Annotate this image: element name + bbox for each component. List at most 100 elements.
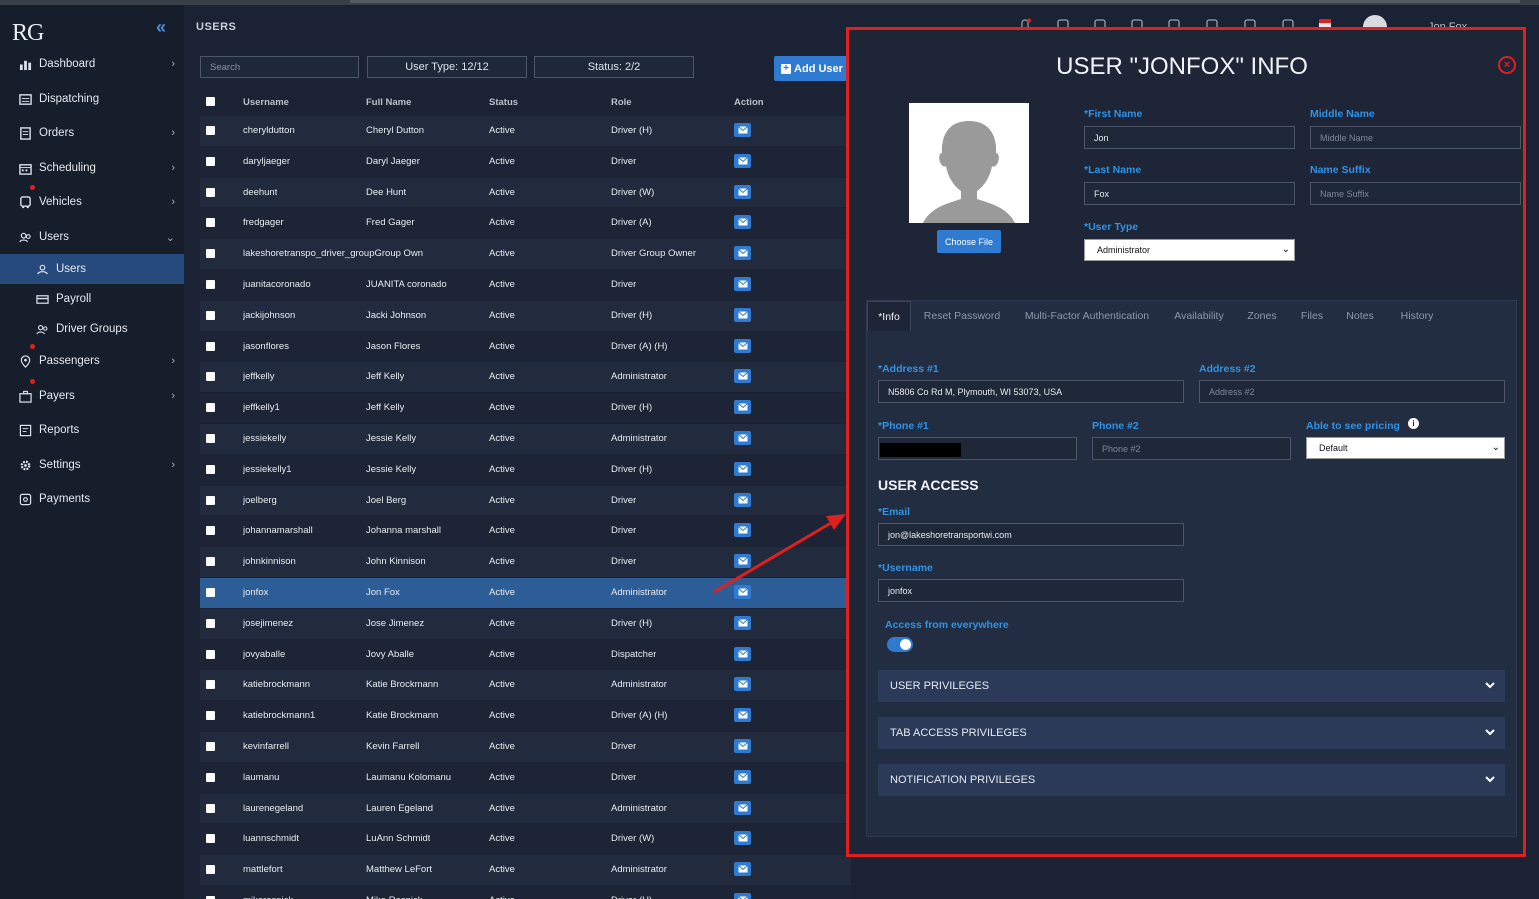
email-icon[interactable] — [734, 862, 751, 877]
table-row[interactable]: jeffkelly1 Jeff Kelly Active Driver (H) — [200, 393, 851, 424]
add-user-button[interactable]: + Add User — [774, 56, 850, 81]
sidebar-item-vehicles[interactable]: Vehicles › — [0, 187, 184, 217]
email-icon[interactable] — [734, 646, 751, 661]
table-row[interactable]: jeffkelly Jeff Kelly Active Administrator — [200, 362, 851, 394]
row-checkbox[interactable] — [206, 495, 215, 505]
email-icon[interactable] — [734, 492, 751, 507]
email-icon[interactable] — [734, 307, 751, 322]
table-row[interactable]: deehunt Dee Hunt Active Driver (W) — [200, 177, 851, 209]
email-icon[interactable] — [734, 769, 751, 784]
column-role[interactable]: Role — [611, 97, 632, 108]
collapse-sidebar-icon[interactable]: « — [156, 17, 166, 38]
email-icon[interactable] — [734, 523, 751, 538]
table-row[interactable]: mikerosnick Mike Rosnick Active Driver (H) — [200, 886, 851, 899]
table-row[interactable]: laurenegeland Lauren Egeland Active Adminis… — [200, 793, 851, 825]
sidebar-item-users[interactable]: Users ⌄ — [0, 222, 184, 252]
sidebar-item-payroll[interactable]: Payroll — [0, 284, 184, 314]
sidebar-item-payments[interactable]: Payments — [0, 484, 184, 514]
row-checkbox[interactable] — [206, 834, 215, 844]
sidebar-item-users-sub[interactable]: Users — [0, 254, 184, 284]
table-row[interactable]: laumanu Laumanu Kolomanu Active Driver — [200, 762, 851, 794]
table-row[interactable]: jovyaballe Jovy Aballe Active Dispatcher — [200, 639, 851, 671]
email-icon[interactable] — [734, 277, 751, 291]
email-icon[interactable] — [734, 123, 751, 137]
column-full-name[interactable]: Full Name — [366, 97, 411, 108]
table-row[interactable]: jasonflores Jason Flores Active Driver (A) … — [200, 331, 851, 363]
sidebar-item-dispatching[interactable]: Dispatching — [0, 84, 184, 114]
select-all-checkbox[interactable] — [206, 97, 215, 106]
email-icon[interactable] — [734, 800, 751, 815]
table-row[interactable]: johannamarshall Johanna marshall Active Dri… — [200, 516, 851, 548]
row-checkbox[interactable] — [206, 803, 215, 813]
email-icon[interactable] — [734, 615, 751, 630]
table-row[interactable]: cheryldutton Cheryl Dutton Active Driver (H… — [200, 116, 851, 147]
table-row[interactable]: kevinfarrell Kevin Farrell Active Driver — [200, 732, 851, 763]
table-row[interactable]: jackijohnson Jacki Johnson Active Driver (H… — [200, 300, 851, 332]
table-row[interactable]: joelberg Joel Berg Active Driver — [200, 485, 851, 517]
row-checkbox[interactable] — [206, 434, 215, 443]
table-row[interactable]: johnkinnison John Kinnison Active Driver — [200, 547, 851, 578]
table-row[interactable]: jonfox Jon Fox Active Administrator — [200, 578, 851, 609]
email-icon[interactable] — [734, 831, 751, 846]
email-icon[interactable] — [734, 369, 751, 384]
row-checkbox[interactable] — [206, 526, 215, 536]
email-icon[interactable] — [734, 215, 751, 230]
column-username[interactable]: Username — [243, 97, 289, 108]
email-icon[interactable] — [734, 461, 751, 476]
row-checkbox[interactable] — [206, 464, 215, 474]
email-icon[interactable] — [734, 739, 751, 753]
row-checkbox[interactable] — [206, 126, 215, 135]
table-row[interactable]: lakeshoretranspo_driver_groupGroup Owner… — [200, 239, 851, 270]
email-icon[interactable] — [734, 554, 751, 569]
email-icon[interactable] — [734, 431, 751, 445]
row-checkbox[interactable] — [206, 680, 215, 690]
sidebar-item-scheduling[interactable]: Scheduling › — [0, 153, 184, 183]
row-checkbox[interactable] — [206, 341, 215, 351]
sidebar-item-passengers[interactable]: Passengers › — [0, 346, 184, 376]
row-checkbox[interactable] — [206, 618, 215, 628]
row-checkbox[interactable] — [206, 156, 215, 166]
search-input[interactable]: Search — [200, 56, 359, 78]
row-checkbox[interactable] — [206, 249, 215, 259]
email-icon[interactable] — [734, 400, 751, 415]
row-checkbox[interactable] — [206, 218, 215, 228]
sidebar-item-settings[interactable]: Settings › — [0, 450, 184, 480]
row-checkbox[interactable] — [206, 865, 215, 875]
row-checkbox[interactable] — [206, 280, 215, 289]
column-status[interactable]: Status — [489, 97, 518, 108]
table-row[interactable]: jessiekelly1 Jessie Kelly Active Driver (H) — [200, 454, 851, 486]
table-row[interactable]: juanitacoronado JUANITA coronado Active Dri… — [200, 270, 851, 301]
email-icon[interactable] — [734, 153, 751, 168]
email-icon[interactable] — [734, 246, 751, 261]
table-row[interactable]: jessiekelly Jessie Kelly Active Administrat… — [200, 424, 851, 455]
row-checkbox[interactable] — [206, 557, 215, 567]
email-icon[interactable] — [734, 184, 751, 199]
email-icon[interactable] — [734, 708, 751, 723]
sidebar-item-dashboard[interactable]: Dashboard › — [0, 49, 184, 79]
table-row[interactable]: luannschmidt LuAnn Schmidt Active Driver (W… — [200, 824, 851, 856]
table-row[interactable]: katiebrockmann1 Katie Brockmann Active Driv… — [200, 701, 851, 732]
row-checkbox[interactable] — [206, 588, 215, 597]
row-checkbox[interactable] — [206, 742, 215, 751]
table-row[interactable]: josejimenez Jose Jimenez Active Driver (H) — [200, 608, 851, 640]
email-icon[interactable] — [734, 893, 751, 899]
row-checkbox[interactable] — [206, 403, 215, 413]
status-filter[interactable]: Status: 2/2 — [534, 56, 694, 78]
row-checkbox[interactable] — [206, 187, 215, 197]
table-row[interactable]: fredgager Fred Gager Active Driver (A) — [200, 208, 851, 240]
sidebar-item-reports[interactable]: Reports — [0, 415, 184, 445]
sidebar-item-payers[interactable]: Payers › — [0, 381, 184, 411]
row-checkbox[interactable] — [206, 372, 215, 382]
email-icon[interactable] — [734, 677, 751, 692]
email-icon[interactable] — [734, 338, 751, 353]
row-checkbox[interactable] — [206, 711, 215, 721]
sidebar-item-driver-groups[interactable]: Driver Groups — [0, 314, 184, 344]
row-checkbox[interactable] — [206, 772, 215, 782]
row-checkbox[interactable] — [206, 649, 215, 659]
table-row[interactable]: daryljaeger Daryl Jaeger Active Driver — [200, 146, 851, 178]
sidebar-item-orders[interactable]: Orders › — [0, 118, 184, 148]
table-row[interactable]: mattlefort Matthew LeFort Active Administra… — [200, 855, 851, 886]
user-type-filter[interactable]: User Type: 12/12 — [367, 56, 527, 78]
email-icon[interactable] — [734, 585, 751, 599]
row-checkbox[interactable] — [206, 310, 215, 320]
